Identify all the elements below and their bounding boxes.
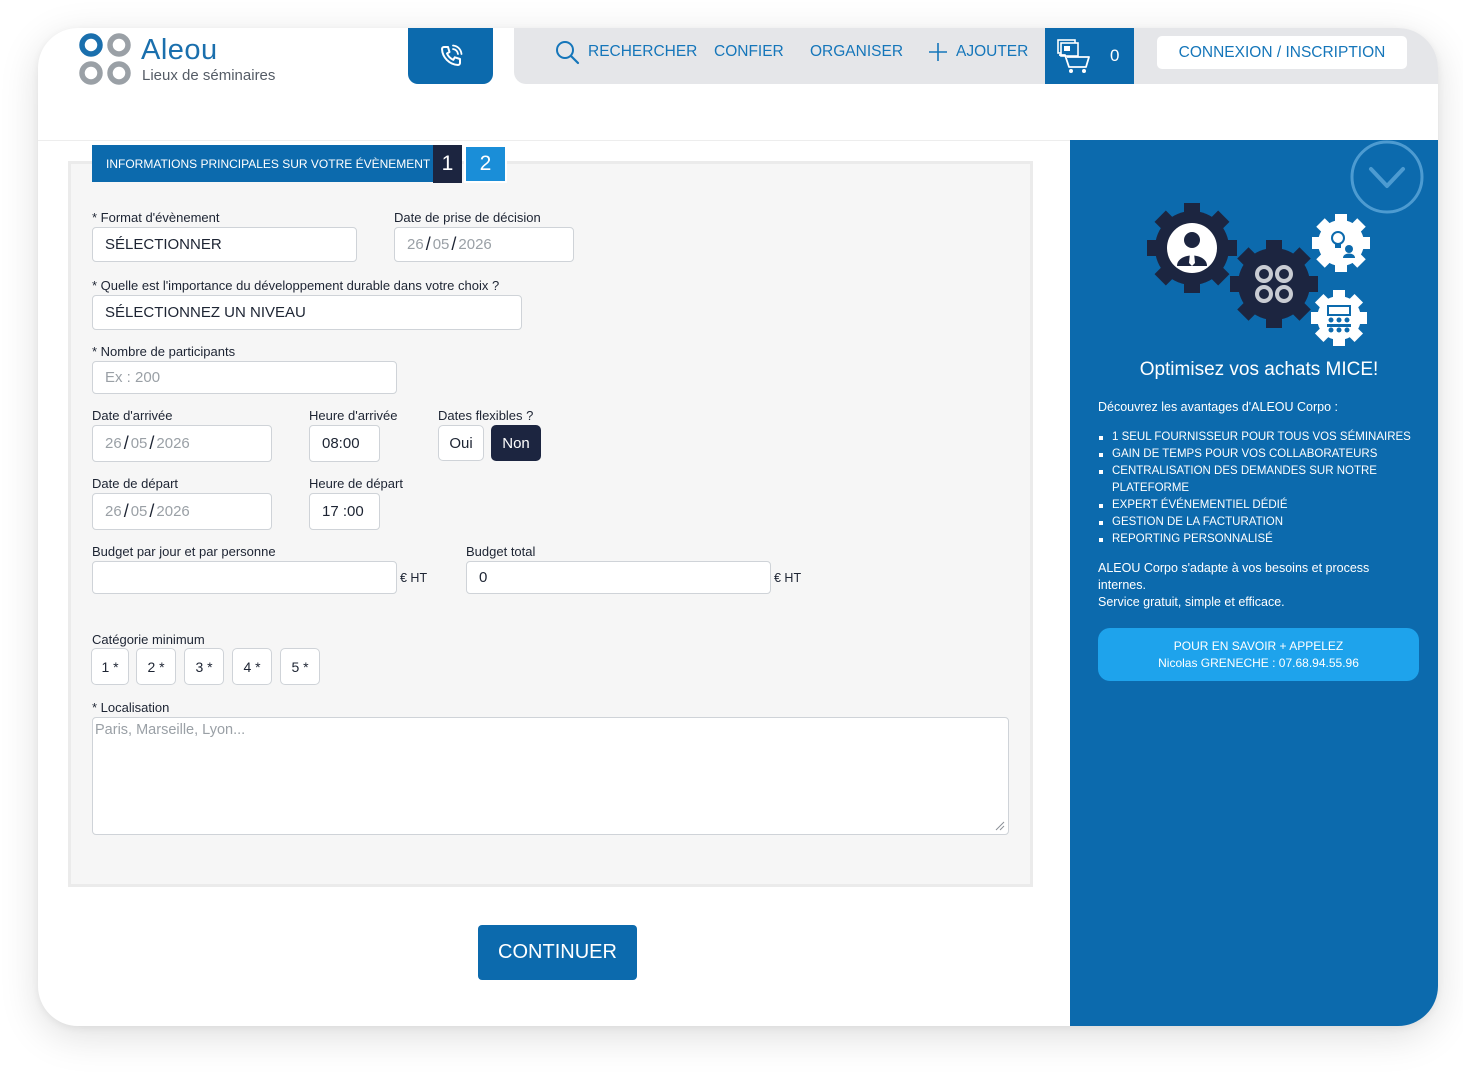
flexible-yes-button[interactable]: Oui bbox=[438, 425, 484, 461]
sidebar-description: ALEOU Corpo s'adapte à vos besoins et pr… bbox=[1098, 560, 1418, 611]
arrival-date-month: 05 bbox=[130, 435, 148, 452]
sidebar-title: Optimisez vos achats MICE! bbox=[1139, 359, 1379, 380]
nav-organize[interactable]: ORGANISER bbox=[810, 28, 903, 76]
cart-button[interactable]: 0 bbox=[1045, 28, 1134, 84]
category-3-star[interactable]: 3 * bbox=[184, 648, 224, 685]
phone-button[interactable] bbox=[408, 28, 493, 84]
cta-line1: POUR EN SAVOIR + APPELEZ bbox=[1173, 638, 1344, 653]
departure-time-label: Heure de départ bbox=[309, 476, 403, 491]
category-4-star[interactable]: 4 * bbox=[232, 648, 272, 685]
category-5-star[interactable]: 5 * bbox=[280, 648, 320, 685]
promo-sidebar: Optimisez vos achats MICE! Découvrez les… bbox=[1070, 140, 1438, 1026]
departure-date-year: 2026 bbox=[156, 503, 190, 520]
benefit-item: 1 SEUL FOURNISSEUR POUR TOUS VOS SÉMINAI… bbox=[1098, 429, 1418, 446]
benefit-item: GESTION DE LA FACTURATION bbox=[1098, 514, 1418, 531]
benefits-list: 1 SEUL FOURNISSEUR POUR TOUS VOS SÉMINAI… bbox=[1098, 429, 1418, 548]
gears-illustration bbox=[1147, 203, 1370, 346]
nav-search-label: RECHERCHER bbox=[588, 43, 698, 60]
step-1-tab[interactable]: 1 bbox=[433, 145, 462, 183]
aleou-logo-icon bbox=[79, 33, 131, 85]
budget-total-unit: € HT bbox=[774, 571, 802, 585]
category-1-star[interactable]: 1 * bbox=[91, 648, 129, 685]
sidebar-intro: Découvrez les avantages d'ALEOU Corpo : bbox=[1098, 400, 1339, 414]
arrival-date-day: 26 bbox=[105, 435, 122, 452]
arrival-date-input[interactable]: 26/05/2026 bbox=[92, 425, 272, 462]
category-label: Catégorie minimum bbox=[92, 632, 205, 647]
budget-total-input[interactable]: 0 bbox=[466, 561, 771, 594]
flexible-no-button[interactable]: Non bbox=[491, 425, 541, 461]
arrival-time-label: Heure d'arrivée bbox=[309, 408, 398, 423]
decision-date-input[interactable]: 26/05/2026 bbox=[394, 227, 574, 262]
cta-line2: Nicolas GRENECHE : 07.68.94.55.96 bbox=[1158, 655, 1359, 670]
participants-label: * Nombre de participants bbox=[92, 344, 236, 359]
location-textarea[interactable]: Paris, Marseille, Lyon... bbox=[92, 717, 1009, 835]
brand-logo[interactable]: Aleou Lieux de séminaires bbox=[78, 32, 298, 88]
benefit-item: REPORTING PERSONNALISÉ bbox=[1098, 531, 1418, 548]
location-placeholder: Paris, Marseille, Lyon... bbox=[95, 722, 246, 738]
decision-date-year: 2026 bbox=[458, 236, 492, 253]
departure-time-input[interactable]: 17 :00 bbox=[309, 493, 380, 530]
call-cta-button[interactable]: POUR EN SAVOIR + APPELEZ Nicolas GRENECH… bbox=[1098, 628, 1419, 681]
budget-day-label: Budget par jour et par personne bbox=[92, 544, 276, 559]
departure-date-month: 05 bbox=[130, 503, 148, 520]
arrival-date-year: 2026 bbox=[156, 435, 190, 452]
main-nav: RECHERCHER CONFIER ORGANISER AJOUTER 0 C… bbox=[514, 28, 1438, 84]
nav-add[interactable]: AJOUTER bbox=[928, 28, 1028, 76]
header-divider bbox=[38, 140, 1070, 141]
sidebar-description-line2: Service gratuit, simple et efficace. bbox=[1098, 595, 1285, 609]
sidebar-description-line1: ALEOU Corpo s'adapte à vos besoins et pr… bbox=[1098, 561, 1370, 592]
decision-date-label: Date de prise de décision bbox=[394, 210, 541, 225]
budget-day-unit: € HT bbox=[400, 571, 428, 585]
step-2-tab[interactable]: 2 bbox=[464, 145, 507, 183]
plus-icon bbox=[929, 43, 947, 61]
category-2-star[interactable]: 2 * bbox=[136, 648, 176, 685]
cart-icon bbox=[1057, 39, 1090, 73]
departure-date-day: 26 bbox=[105, 503, 122, 520]
participants-input[interactable]: Ex : 200 bbox=[92, 361, 397, 394]
budget-total-label: Budget total bbox=[466, 544, 536, 559]
cart-count: 0 bbox=[1110, 46, 1120, 65]
flexible-dates-label: Dates flexibles ? bbox=[438, 408, 534, 423]
departure-date-input[interactable]: 26/05/2026 bbox=[92, 493, 272, 530]
benefit-item: CENTRALISATION DES DEMANDES SUR NOTRE PL… bbox=[1098, 463, 1418, 497]
phone-icon bbox=[440, 44, 462, 66]
decision-date-day: 26 bbox=[407, 236, 424, 253]
sustainability-select[interactable]: SÉLECTIONNEZ UN NIVEAU bbox=[92, 295, 522, 330]
brand-name: Aleou bbox=[141, 34, 218, 66]
format-label: * Format d'évènement bbox=[92, 210, 220, 225]
app-window: Aleou Lieux de séminaires RECHERCHER CON… bbox=[38, 28, 1438, 1026]
benefit-item: EXPERT ÉVÉNEMENTIEL DÉDIÉ bbox=[1098, 497, 1418, 514]
decision-date-month: 05 bbox=[432, 236, 450, 253]
arrival-date-label: Date d'arrivée bbox=[92, 408, 173, 423]
arrival-time-input[interactable]: 08:00 bbox=[309, 425, 380, 462]
continue-button[interactable]: CONTINUER bbox=[478, 925, 637, 980]
resize-grip-icon[interactable] bbox=[995, 821, 1005, 831]
nav-entrust[interactable]: CONFIER bbox=[714, 28, 784, 76]
format-select[interactable]: SÉLECTIONNER bbox=[92, 227, 357, 262]
step-title: INFORMATIONS PRINCIPALES SUR VOTRE ÉVÈNE… bbox=[92, 145, 433, 182]
location-label: * Localisation bbox=[92, 700, 170, 715]
departure-date-label: Date de départ bbox=[92, 476, 179, 491]
search-icon bbox=[556, 41, 580, 65]
login-button[interactable]: CONNEXION / INSCRIPTION bbox=[1157, 36, 1407, 69]
sustainability-label: * Quelle est l'importance du développeme… bbox=[92, 278, 500, 293]
nav-search[interactable]: RECHERCHER bbox=[554, 28, 697, 76]
benefit-item: GAIN DE TEMPS POUR VOS COLLABORATEURS bbox=[1098, 446, 1418, 463]
nav-add-label: AJOUTER bbox=[956, 43, 1029, 60]
brand-tagline: Lieux de séminaires bbox=[142, 67, 276, 84]
budget-day-input[interactable] bbox=[92, 561, 397, 594]
